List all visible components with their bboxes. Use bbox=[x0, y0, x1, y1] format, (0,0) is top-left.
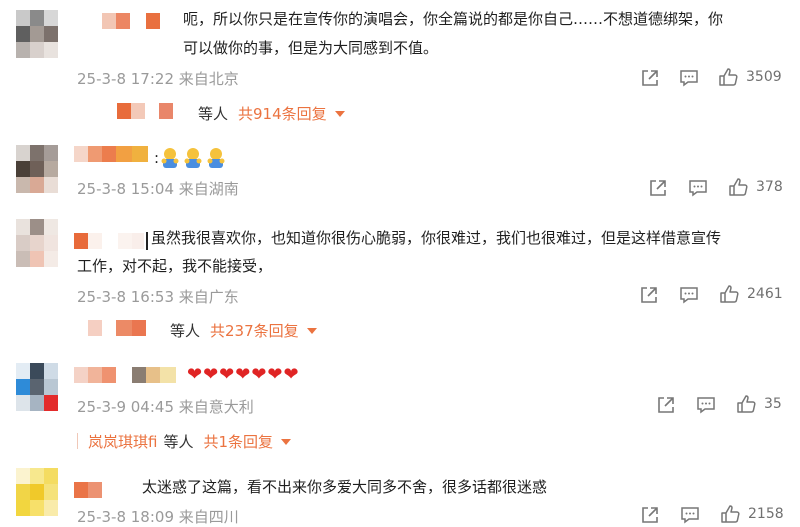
reply-count[interactable]: 共1条回复 bbox=[203, 431, 273, 452]
hug-emoji-icon bbox=[161, 148, 179, 168]
comment-button[interactable] bbox=[680, 505, 700, 525]
share-button[interactable] bbox=[639, 285, 659, 305]
reply-summary[interactable]: 岚岚琪琪fi 等人 共1条回复 bbox=[88, 431, 292, 452]
comment-button[interactable] bbox=[696, 395, 716, 415]
username[interactable] bbox=[74, 146, 148, 162]
hug-emoji-icon bbox=[184, 148, 202, 168]
comment-meta: 25-3-8 16:53 来自广东 bbox=[77, 288, 239, 306]
comment-text-line2: 工作，对不起，我不能接受， bbox=[77, 257, 273, 275]
comment-text-line2: 可以做你的事，但是为大同感到不值。 bbox=[183, 39, 439, 57]
like-count: 3509 bbox=[746, 69, 782, 85]
share-icon bbox=[640, 505, 660, 525]
reply-username[interactable]: 岚岚琪琪fi bbox=[88, 431, 157, 452]
reply-divider bbox=[77, 433, 78, 449]
share-icon bbox=[640, 68, 660, 88]
reply-summary[interactable]: 等人 共914条回复 bbox=[198, 103, 345, 124]
chevron-down-icon bbox=[334, 110, 345, 117]
thumbs-up-icon bbox=[718, 67, 738, 87]
comment-text: 呃，所以你只是在宣传你的演唱会，你全篇说的都是你自己……不想道德绑架，你 bbox=[183, 10, 724, 28]
comment-meta: 25-3-8 15:04 来自湖南 bbox=[77, 180, 239, 198]
reply-count[interactable]: 共237条回复 bbox=[210, 320, 299, 341]
comment-meta: 25-3-8 18:09 来自四川 bbox=[77, 508, 239, 526]
like-button[interactable]: 35 bbox=[736, 394, 782, 414]
comment-icon bbox=[696, 395, 716, 415]
chevron-down-icon bbox=[306, 327, 317, 334]
comment-text: 虽然我很喜欢你，也知道你很伤心脆弱，你很难过，我们也很难过，但是这样借意宣传 bbox=[151, 229, 722, 247]
reply-label: 等人 bbox=[170, 322, 201, 340]
username[interactable] bbox=[74, 233, 148, 249]
share-icon bbox=[648, 178, 668, 198]
chevron-down-icon bbox=[281, 438, 292, 445]
comment-button[interactable] bbox=[688, 178, 708, 198]
comment-meta: 25-3-8 17:22 来自北京 bbox=[77, 70, 239, 88]
like-count: 35 bbox=[764, 396, 782, 412]
text-cursor bbox=[146, 232, 148, 250]
emoji-stickers bbox=[160, 146, 230, 174]
comment-icon bbox=[679, 285, 699, 305]
avatar[interactable] bbox=[16, 10, 58, 58]
reply-label: 等人 bbox=[163, 433, 194, 451]
comment-meta: 25-3-9 04:45 来自意大利 bbox=[77, 398, 254, 416]
like-button[interactable]: 2461 bbox=[719, 284, 783, 304]
comment-icon bbox=[688, 178, 708, 198]
like-count: 2461 bbox=[747, 286, 783, 302]
avatar[interactable] bbox=[16, 363, 58, 411]
thumbs-up-icon bbox=[728, 177, 748, 197]
reply-summary[interactable]: 等人 共237条回复 bbox=[170, 320, 317, 341]
comment-text: : bbox=[154, 149, 160, 167]
comment-text: 太迷惑了这篇，看不出来你多爱大同多不舍，很多话都很迷惑 bbox=[142, 478, 548, 496]
share-icon bbox=[656, 395, 676, 415]
username[interactable] bbox=[74, 367, 178, 383]
thumbs-up-icon bbox=[736, 394, 756, 414]
reply-usernames[interactable] bbox=[117, 103, 177, 119]
like-button[interactable]: 3509 bbox=[718, 67, 782, 87]
hug-emoji-icon bbox=[207, 148, 225, 168]
like-button[interactable]: 2158 bbox=[720, 504, 784, 524]
share-button[interactable] bbox=[656, 395, 676, 415]
comment-text: ❤❤❤❤❤❤❤ bbox=[187, 364, 300, 385]
share-button[interactable] bbox=[640, 68, 660, 88]
username[interactable] bbox=[74, 482, 104, 498]
comment-button[interactable] bbox=[679, 68, 699, 88]
comment-icon bbox=[679, 68, 699, 88]
avatar[interactable] bbox=[16, 145, 58, 193]
comment-icon bbox=[680, 505, 700, 525]
like-count: 2158 bbox=[748, 506, 784, 522]
share-icon bbox=[639, 285, 659, 305]
like-button[interactable]: 378 bbox=[728, 177, 783, 197]
comment-button[interactable] bbox=[679, 285, 699, 305]
share-button[interactable] bbox=[648, 178, 668, 198]
username[interactable] bbox=[102, 13, 162, 29]
like-count: 378 bbox=[756, 179, 783, 195]
reply-usernames[interactable] bbox=[88, 320, 150, 336]
reply-count[interactable]: 共914条回复 bbox=[238, 103, 327, 124]
reply-label: 等人 bbox=[198, 105, 229, 123]
thumbs-up-icon bbox=[720, 504, 740, 524]
share-button[interactable] bbox=[640, 505, 660, 525]
avatar[interactable] bbox=[16, 219, 58, 267]
thumbs-up-icon bbox=[719, 284, 739, 304]
avatar[interactable] bbox=[16, 468, 58, 516]
